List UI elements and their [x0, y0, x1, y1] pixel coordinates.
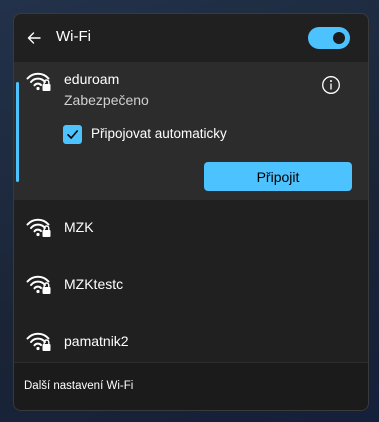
selection-indicator: [16, 82, 19, 182]
network-name: MZKtestc: [64, 276, 124, 292]
network-item-pamatnik2[interactable]: pamatnik2: [14, 312, 368, 368]
selected-network-panel: eduroam Zabezpečeno Připojovat automatic…: [14, 62, 368, 200]
back-button[interactable]: [22, 26, 46, 50]
check-icon: [67, 130, 78, 139]
connect-button[interactable]: Připojit: [204, 162, 352, 191]
network-item-mzktestc[interactable]: MZKtestc: [14, 256, 368, 312]
auto-connect-label: Připojovat automaticky: [91, 126, 227, 141]
auto-connect-checkbox[interactable]: [63, 125, 82, 144]
wifi-secured-icon: [26, 275, 51, 294]
wifi-toggle[interactable]: [308, 27, 350, 49]
flyout-footer: Další nastavení Wi-Fi: [14, 362, 368, 410]
toggle-knob: [333, 32, 345, 44]
wifi-secured-icon: [26, 332, 51, 351]
network-item-mzk[interactable]: MZK: [14, 200, 368, 256]
page-title: Wi-Fi: [56, 28, 91, 45]
network-name: eduroam: [64, 71, 120, 87]
more-wifi-settings-link[interactable]: Další nastavení Wi-Fi: [24, 380, 133, 392]
network-properties-button[interactable]: [321, 75, 341, 95]
network-name: MZK: [64, 219, 94, 235]
network-name: pamatnik2: [64, 333, 129, 349]
back-arrow-icon: [27, 32, 41, 44]
network-status: Zabezpečeno: [64, 92, 149, 108]
wifi-flyout: Wi-Fi eduroam Zabezpečeno Připojovat aut…: [13, 13, 369, 411]
wifi-header: Wi-Fi: [14, 14, 368, 62]
wifi-secured-icon: [26, 218, 51, 237]
wifi-secured-icon: [26, 72, 51, 91]
info-icon: [322, 76, 340, 94]
